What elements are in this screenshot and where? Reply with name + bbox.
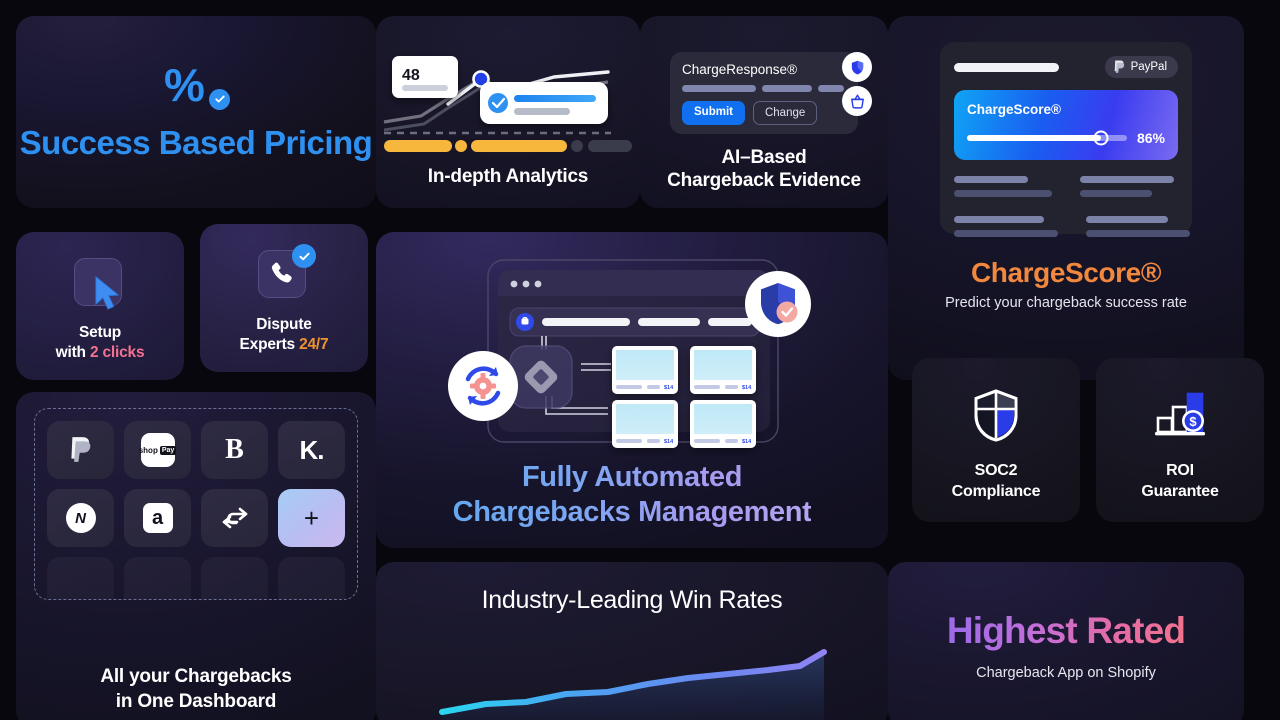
integration-tile-shop-pay[interactable]: shop Pay [124, 421, 191, 479]
dashboard-illustration: $14 $14 $14 $14 [448, 259, 811, 448]
chargescore-percent: 86% [1136, 130, 1165, 146]
soc2-line2: Compliance [951, 482, 1041, 500]
integration-tile-add[interactable]: + [278, 489, 345, 547]
submit-button[interactable]: Submit [682, 101, 745, 125]
hero-card-price-3: $14 [664, 439, 674, 445]
shield-check-icon [745, 271, 811, 337]
shield-quadrant-icon [971, 388, 1021, 447]
setup-line1: Setup [78, 324, 122, 342]
card-industry-leading-win-rates: Industry-Leading Win Rates [376, 562, 888, 720]
integrations-title: All your Chargebacks in One Dashboard [100, 665, 292, 714]
analytics-tooltip-value: 48 [402, 67, 420, 84]
hero-title: Fully Automated Chargebacks Management [453, 460, 812, 530]
hero-card-price-2: $14 [742, 385, 752, 391]
chargeresponse-title: ChargeResponse® [682, 62, 798, 77]
card-fully-automated-chargebacks: $14 $14 $14 $14 Fully Automated Chargeba… [376, 232, 888, 548]
placeholder-bars [682, 85, 846, 92]
placeholder-rows-2 [954, 216, 1190, 244]
chargescore-subtitle: Predict your chargeback success rate [945, 295, 1187, 312]
integration-tile-more-3 [201, 557, 268, 599]
card-dispute-experts: Dispute Experts 24/7 [200, 224, 368, 372]
paypal-icon [1114, 60, 1124, 73]
integration-tile-nuvei[interactable]: N [47, 489, 114, 547]
integration-tile-more-1 [47, 557, 114, 599]
roi-line1: ROI [1166, 462, 1194, 480]
hero-title-line1: Fully Automated [521, 461, 743, 494]
setup-title: Setup with 2 clicks [56, 323, 145, 362]
card-setup-two-clicks: Setup with 2 clicks [16, 232, 184, 380]
win-rates-title: Industry-Leading Win Rates [481, 586, 783, 614]
placeholder-bar [954, 62, 1059, 72]
card-ai-based-chargeback-evidence: ChargeResponse® Submit Change AI–Based C… [640, 16, 888, 208]
shield-icon[interactable] [842, 52, 872, 82]
change-button[interactable]: Change [752, 101, 818, 125]
card-highest-rated: Highest Rated Chargeback App on Shopify [888, 562, 1244, 720]
dispute-line2-highlight: 24/7 [299, 335, 329, 353]
chargescore-panel: PayPal ChargeScore® 86% [940, 42, 1192, 237]
integrations-title-line2: in One Dashboard [115, 690, 277, 712]
page-title: Success Based Pricing [19, 123, 373, 161]
card-chargescore: PayPal ChargeScore® 86% ChargeScore® Pre… [888, 16, 1244, 380]
dispute-line1: Dispute [256, 316, 312, 334]
hero-card-price-1: $14 [664, 385, 674, 391]
sync-gear-icon [448, 351, 518, 421]
win-rates-chart [439, 649, 827, 720]
rated-subtitle: Chargeback App on Shopify [976, 664, 1156, 681]
soc2-line1: SOC2 [974, 462, 1018, 480]
card-all-chargebacks-dashboard: shop Pay B K. N a + All your Chargebacks… [16, 392, 376, 720]
cursor-click-icon [74, 258, 126, 310]
placeholder-rows [954, 176, 1178, 204]
integration-tile-more-2 [124, 557, 191, 599]
integration-tile-braintree[interactable]: B [201, 421, 268, 479]
soc2-title: SOC2 Compliance [952, 461, 1041, 502]
integrations-dashed-area: shop Pay B K. N a + [34, 408, 358, 600]
percent-check-icon: % [164, 62, 230, 114]
chargescore-slider[interactable] [967, 130, 1127, 146]
integrations-grid: shop Pay B K. N a + [47, 421, 345, 599]
analytics-title: In-depth Analytics [427, 165, 589, 187]
phone-check-icon [258, 244, 316, 302]
slider-knob[interactable] [1093, 130, 1109, 146]
paypal-label: PayPal [1130, 61, 1167, 73]
integrations-title-line1: All your Chargebacks [100, 666, 292, 688]
dispute-line2: Experts 24/7 [240, 335, 329, 354]
integration-tile-link[interactable] [201, 489, 268, 547]
card-success-based-pricing: % Success Based Pricing [16, 16, 376, 208]
integration-tile-adyen[interactable]: a [124, 489, 191, 547]
card-roi-guarantee: $ ROI Guarantee [1096, 358, 1264, 522]
integration-tile-klarna[interactable]: K. [278, 421, 345, 479]
hero-title-line2: Chargebacks Management [452, 496, 812, 529]
check-badge-icon [292, 244, 316, 268]
ai-title-line1: AI–Based [721, 147, 807, 169]
ai-title-line2: Chargeback Evidence [667, 169, 861, 191]
slider-fill [967, 135, 1102, 141]
dispute-title: Dispute Experts 24/7 [240, 315, 329, 354]
svg-text:$: $ [1189, 414, 1197, 429]
basket-icon[interactable] [842, 86, 872, 116]
card-in-depth-analytics: 48 In-depth Analytics [376, 16, 640, 208]
hero-card-price-4: $14 [742, 439, 752, 445]
chargeresponse-panel: ChargeResponse® Submit Change [670, 52, 858, 134]
rated-title: Highest Rated [946, 610, 1186, 652]
setup-line2: with 2 clicks [56, 343, 145, 362]
setup-line2-highlight: 2 clicks [89, 343, 145, 361]
roi-line2: Guarantee [1141, 482, 1219, 500]
feature-grid-board: % Success Based Pricing 48 In-depth Anal… [0, 0, 1280, 720]
chargescore-title: ChargeScore® [970, 257, 1162, 288]
setup-line2-pre: with [55, 343, 90, 361]
card-soc2-compliance: SOC2 Compliance [912, 358, 1080, 522]
integration-tile-paypal[interactable] [47, 421, 114, 479]
analytics-illustration: 48 [383, 56, 632, 152]
integration-tile-more-4 [278, 557, 345, 599]
paypal-chip[interactable]: PayPal [1104, 56, 1178, 78]
roi-title: ROI Guarantee [1141, 461, 1219, 502]
bar-chart-dollar-icon: $ [1152, 388, 1208, 445]
chargescore-panel-title: ChargeScore® [967, 102, 1061, 117]
chargescore-hero: ChargeScore® 86% [954, 90, 1178, 160]
ai-evidence-title: AI–Based Chargeback Evidence [667, 147, 861, 192]
dispute-line2-pre: Experts [239, 335, 300, 353]
